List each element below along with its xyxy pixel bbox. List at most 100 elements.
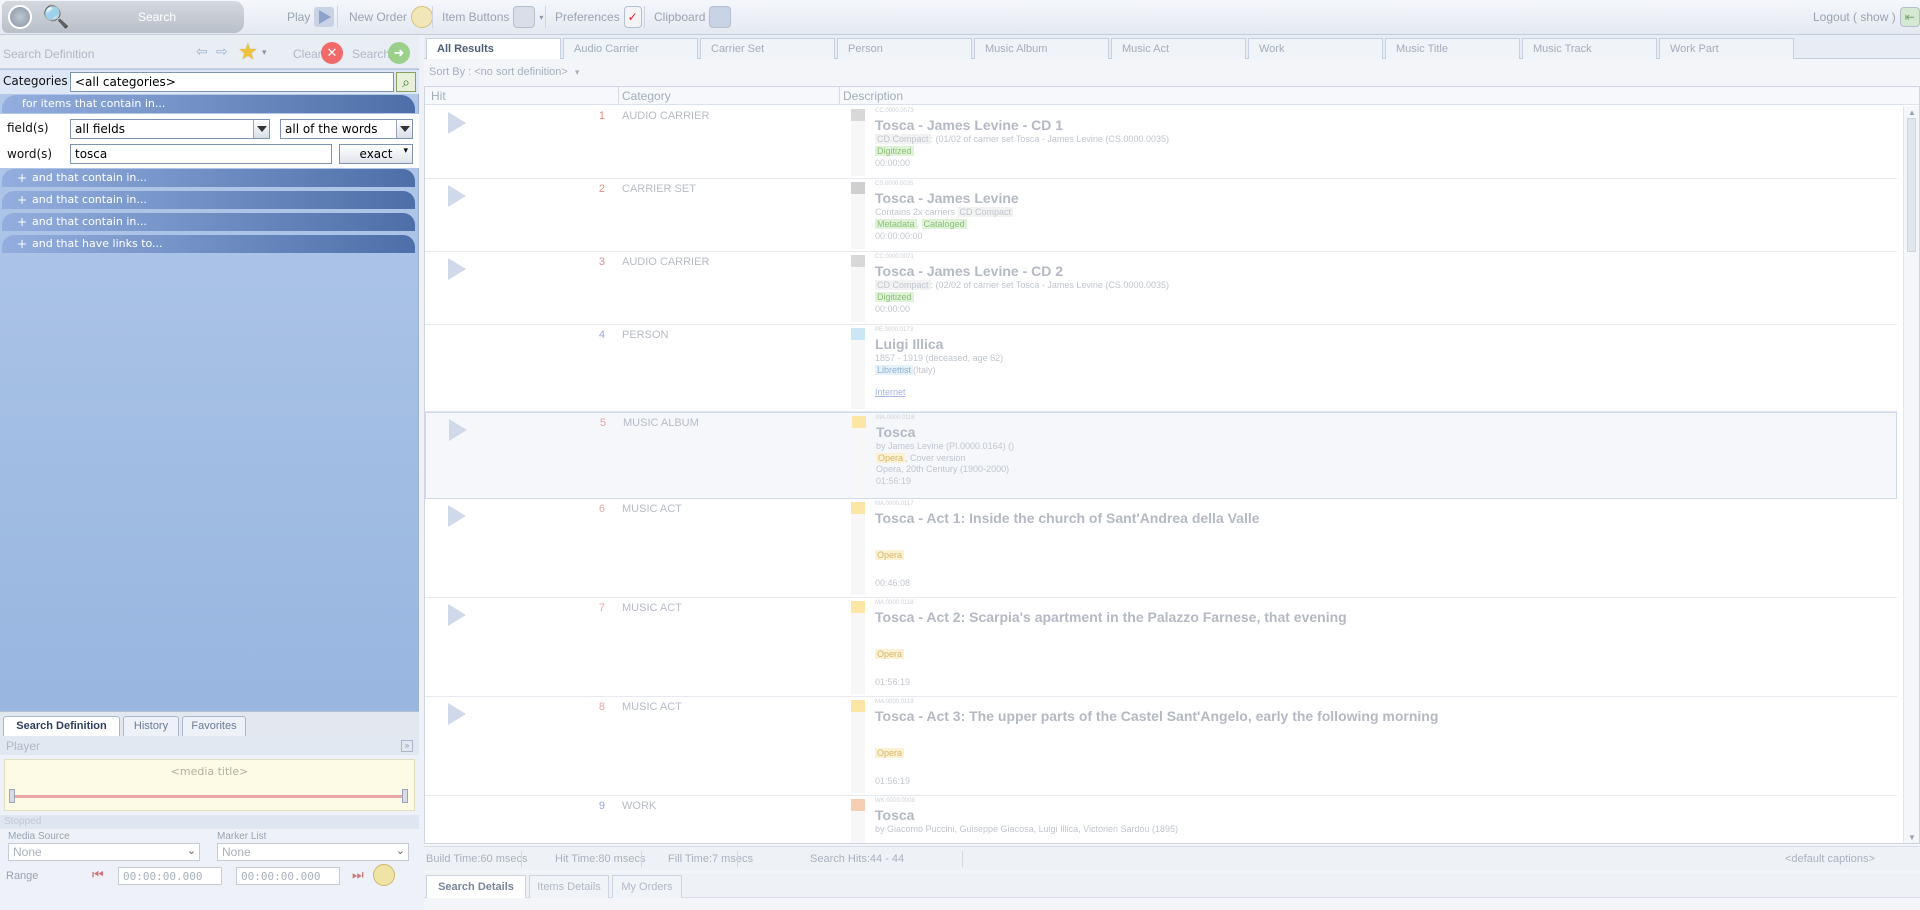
hit-number: 4: [598, 329, 605, 341]
table-row[interactable]: 4 PERSON PE.0000.0173 Luigi Illica 1857 - 19…: [425, 325, 1897, 412]
header-hit[interactable]: Hit: [431, 89, 446, 103]
scroll-down-icon[interactable]: ▼: [1908, 833, 1916, 842]
match-mode-select[interactable]: all of the words: [280, 119, 413, 139]
tab-music-title[interactable]: Music Title: [1385, 38, 1520, 59]
range-end-input[interactable]: 00:00:00.000: [236, 867, 340, 885]
item-code: CS.0000.0035: [875, 181, 914, 187]
words-input[interactable]: tosca: [70, 144, 332, 164]
search-tab[interactable]: 🔍 Search: [2, 1, 244, 33]
item-title[interactable]: Tosca - James Levine - CD 1: [875, 117, 1875, 133]
nav-forward-icon[interactable]: ⇨: [216, 43, 228, 60]
tab-music-track[interactable]: Music Track: [1522, 38, 1657, 59]
tab-carrier-set[interactable]: Carrier Set: [700, 38, 835, 59]
hit-number: 5: [599, 417, 606, 429]
clipboard-button[interactable]: Clipboard: [654, 0, 732, 34]
new-order-button[interactable]: New Order: [349, 0, 434, 34]
expand-plus-icon[interactable]: +: [17, 191, 27, 209]
sort-by-control[interactable]: Sort By : <no sort definition> ▾: [424, 60, 1920, 84]
range-action-icon[interactable]: [373, 864, 395, 886]
item-title[interactable]: Luigi Illica: [875, 336, 1875, 352]
scroll-up-icon[interactable]: ▲: [1908, 108, 1916, 117]
scroll-thumb[interactable]: [1907, 118, 1916, 252]
and-have-links-band[interactable]: + and that have links to...: [2, 235, 415, 253]
search-categories-icon[interactable]: ⌕: [396, 72, 416, 92]
seek-start-handle[interactable]: [9, 789, 15, 803]
item-tags: Digitized: [875, 292, 1875, 302]
seek-end-handle[interactable]: [402, 789, 408, 803]
captions-selector[interactable]: <default captions>: [1785, 853, 1875, 865]
search-tab-label: Search: [137, 10, 177, 24]
range-end-icon[interactable]: ⏭: [352, 867, 364, 883]
tab-work[interactable]: Work: [1248, 38, 1383, 59]
star-chevron-down-icon[interactable]: ▾: [262, 47, 267, 58]
clear-button[interactable]: Clear: [293, 47, 322, 61]
table-row[interactable]: 6 MUSIC ACT MA.0000.0117 Tosca - Act 1: Ins…: [425, 499, 1897, 598]
favorite-star-icon[interactable]: ★: [238, 39, 258, 65]
exact-select[interactable]: exact ▾: [339, 144, 413, 164]
range-start-input[interactable]: 00:00:00.000: [118, 867, 222, 885]
tab-items-details[interactable]: Items Details: [529, 875, 609, 898]
range-start-icon[interactable]: ⏮: [92, 867, 104, 883]
search-go-icon[interactable]: ➜: [388, 42, 410, 64]
tab-music-album[interactable]: Music Album: [974, 38, 1109, 59]
table-row[interactable]: 5 MUSIC ALBUM MA.0000.0116 Tosca by James Le…: [425, 412, 1897, 499]
item-title[interactable]: Tosca - James Levine - CD 2: [875, 263, 1875, 279]
collapse-icon[interactable]: »: [401, 740, 413, 752]
play-icon[interactable]: [445, 112, 467, 134]
tab-person[interactable]: Person: [837, 38, 972, 59]
tab-audio-carrier[interactable]: Audio Carrier: [563, 38, 698, 59]
categories-field[interactable]: <all categories>: [70, 72, 394, 92]
tab-search-definition[interactable]: Search Definition: [3, 716, 120, 736]
tab-search-details[interactable]: Search Details: [426, 875, 526, 898]
item-title[interactable]: Tosca - Act 1: Inside the church of Sant…: [875, 510, 1875, 526]
play-icon[interactable]: [445, 604, 467, 626]
item-buttons-menu[interactable]: Item Buttons ▾: [442, 0, 543, 34]
play-icon[interactable]: [445, 505, 467, 527]
chevron-down-icon[interactable]: [396, 120, 412, 138]
table-row[interactable]: 2 CARRIER SET CS.0000.0035 Tosca - James Le…: [425, 179, 1897, 252]
tab-favorites[interactable]: Favorites: [182, 716, 246, 736]
media-source-select[interactable]: None ⌄: [8, 843, 200, 861]
tab-my-orders[interactable]: My Orders: [612, 875, 682, 898]
item-title[interactable]: Tosca - Act 2: Scarpia's apartment in th…: [875, 609, 1875, 625]
table-row[interactable]: 3 AUDIO CARRIER CC.0000.0071 Tosca - James …: [425, 252, 1897, 325]
play-icon[interactable]: [445, 185, 467, 207]
fields-select[interactable]: all fields: [70, 119, 270, 139]
table-row[interactable]: 8 MUSIC ACT MA.0000.0119 Tosca - Act 3: The…: [425, 697, 1897, 796]
nav-back-icon[interactable]: ⇦: [196, 43, 208, 60]
expand-plus-icon[interactable]: +: [17, 235, 27, 253]
play-button[interactable]: Play: [287, 0, 335, 34]
expand-plus-icon[interactable]: +: [17, 213, 27, 231]
marker-list-select[interactable]: None ⌄: [217, 843, 409, 861]
item-title[interactable]: Tosca: [876, 424, 1876, 440]
seek-track[interactable]: [10, 795, 408, 798]
table-row[interactable]: 7 MUSIC ACT MA.0000.0118 Tosca - Act 2: Sca…: [425, 598, 1897, 697]
and-contain-band-2[interactable]: + and that contain in...: [2, 191, 415, 209]
and-contain-band-1[interactable]: + and that contain in...: [2, 169, 415, 187]
status-badge: Opera: [876, 453, 906, 463]
tab-work-part[interactable]: Work Part: [1659, 38, 1794, 59]
expand-plus-icon[interactable]: +: [17, 169, 27, 187]
and-contain-band-3[interactable]: + and that contain in...: [2, 213, 415, 231]
vertical-scrollbar[interactable]: ▲ ▼: [1903, 106, 1919, 843]
tab-history[interactable]: History: [123, 716, 179, 736]
header-category[interactable]: Category: [622, 89, 671, 103]
item-title[interactable]: Tosca - Act 3: The upper parts of the Ca…: [875, 708, 1875, 724]
tab-all-results[interactable]: All Results: [426, 38, 561, 59]
search-button[interactable]: Search: [352, 47, 390, 61]
category-value: AUDIO CARRIER: [622, 256, 710, 268]
item-title[interactable]: Tosca - James Levine: [875, 190, 1875, 206]
table-row[interactable]: 1 AUDIO CARRIER CC.0000.0073 Tosca - James …: [425, 106, 1897, 179]
play-icon[interactable]: [445, 703, 467, 725]
preferences-button[interactable]: Preferences ✓: [555, 0, 642, 34]
play-icon[interactable]: [446, 419, 468, 441]
play-icon[interactable]: [445, 258, 467, 280]
internet-link[interactable]: Internet: [875, 387, 906, 397]
clear-icon[interactable]: ✕: [321, 42, 343, 64]
chevron-down-icon[interactable]: [253, 120, 269, 138]
logout-button[interactable]: Logout ( show ) ⇤: [1813, 0, 1920, 34]
table-row[interactable]: 9 WORK WK.0000.0008 Tosca by Giacomo Puccini…: [425, 796, 1897, 843]
tab-music-act[interactable]: Music Act: [1111, 38, 1246, 59]
header-description[interactable]: Description: [843, 89, 903, 103]
item-title[interactable]: Tosca: [875, 807, 1875, 823]
